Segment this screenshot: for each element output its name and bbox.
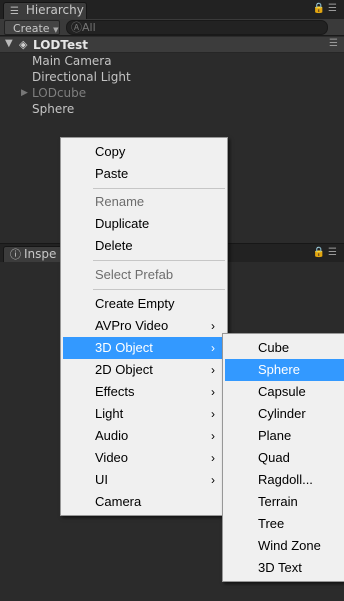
hierarchy-item-label: Directional Light — [32, 70, 131, 84]
menu-item-3d-object[interactable]: 3D Object › — [63, 337, 225, 359]
menu-item-label: Terrain — [258, 494, 298, 509]
inspector-window-controls[interactable]: 🔒☰ — [313, 247, 340, 258]
tab-hierarchy-label: Hierarchy — [25, 3, 84, 17]
menu-separator — [93, 289, 225, 290]
menu-item-label: Camera — [95, 494, 142, 509]
window-controls[interactable]: 🔒☰ — [313, 3, 340, 14]
submenu-item-wind-zone[interactable]: Wind Zone — [225, 535, 344, 557]
menu-item-label: Create Empty — [95, 296, 175, 311]
submenu-arrow-icon: › — [211, 451, 215, 465]
menu-item-paste[interactable]: Paste — [63, 163, 225, 185]
submenu-item-capsule[interactable]: Capsule — [225, 381, 344, 403]
menu-item-video[interactable]: Video › — [63, 447, 225, 469]
menu-item-label: UI — [95, 472, 108, 487]
menu-item-label: AVPro Video — [95, 318, 169, 333]
hierarchy-toolbar: Create ▼ — [0, 19, 344, 36]
menu-item-light[interactable]: Light › — [63, 403, 225, 425]
menu-item-duplicate[interactable]: Duplicate — [63, 213, 225, 235]
hierarchy-item-main-camera[interactable]: Main Camera — [32, 53, 112, 69]
submenu-item-plane[interactable]: Plane — [225, 425, 344, 447]
menu-item-label: Delete — [95, 238, 133, 253]
menu-item-label: Ragdoll... — [258, 472, 313, 487]
collapsed-arrow-icon[interactable]: ▶ — [21, 85, 28, 101]
submenu-item-terrain[interactable]: Terrain — [225, 491, 344, 513]
window-menu-icon[interactable]: ☰ — [328, 247, 340, 258]
menu-item-select-prefab: Select Prefab — [63, 264, 225, 286]
menu-item-label: Sphere — [258, 362, 300, 377]
menu-item-label: Quad — [258, 450, 290, 465]
menu-item-label: Paste — [95, 166, 129, 181]
menu-separator — [93, 260, 225, 261]
hierarchy-item-label: LODcube — [32, 86, 87, 100]
menu-item-avpro-video[interactable]: AVPro Video › — [63, 315, 225, 337]
menu-item-label: Plane — [258, 428, 292, 443]
menu-item-label: Copy — [95, 144, 126, 159]
search-input[interactable] — [71, 21, 271, 34]
menu-item-label: Video — [95, 450, 129, 465]
create-dropdown[interactable]: Create ▼ — [4, 20, 60, 35]
menu-item-label: Capsule — [258, 384, 306, 399]
menu-item-label: Rename — [95, 194, 145, 209]
context-menu: Copy Paste Rename Duplicate Delete Selec… — [60, 137, 228, 516]
submenu-item-tree[interactable]: Tree — [225, 513, 344, 535]
hierarchy-item-lodcube[interactable]: ▶ LODcube — [21, 85, 87, 101]
scene-name: LODTest — [33, 38, 88, 52]
menu-item-camera[interactable]: Camera — [63, 491, 225, 513]
menu-item-label: 3D Object — [95, 340, 153, 355]
menu-item-label: Light — [95, 406, 124, 421]
create-dropdown-label: Create — [13, 22, 50, 35]
menu-item-ui[interactable]: UI › — [63, 469, 225, 491]
hierarchy-item-directional-light[interactable]: Directional Light — [32, 69, 131, 85]
lock-icon[interactable]: 🔒 — [313, 3, 328, 14]
submenu-item-cube[interactable]: Cube — [225, 337, 344, 359]
menu-item-copy[interactable]: Copy — [63, 141, 225, 163]
menu-item-label: Tree — [258, 516, 285, 531]
tab-inspector-label: Inspe — [24, 247, 57, 261]
expand-arrow-icon[interactable]: ▼ — [5, 38, 13, 49]
submenu-arrow-icon: › — [211, 385, 215, 399]
menu-item-audio[interactable]: Audio › — [63, 425, 225, 447]
menu-item-2d-object[interactable]: 2D Object › — [63, 359, 225, 381]
window-menu-icon[interactable]: ☰ — [328, 3, 340, 14]
lock-icon[interactable]: 🔒 — [313, 247, 328, 258]
submenu-item-quad[interactable]: Quad — [225, 447, 344, 469]
menu-item-label: Cylinder — [258, 406, 306, 421]
unity-scene-icon: ◈ — [19, 38, 28, 51]
menu-item-rename: Rename — [63, 191, 225, 213]
menu-item-label: Cube — [258, 340, 290, 355]
menu-item-label: Effects — [95, 384, 135, 399]
menu-item-label: Select Prefab — [95, 267, 174, 282]
menu-item-delete[interactable]: Delete — [63, 235, 225, 257]
submenu-3d-object: Cube Sphere Capsule Cylinder Plane Quad … — [222, 333, 344, 582]
search-field[interactable] — [66, 20, 328, 35]
hierarchy-item-label: Main Camera — [32, 54, 112, 68]
info-icon: ⓘ — [10, 248, 21, 261]
submenu-arrow-icon: › — [211, 319, 215, 333]
list-icon: ☰ — [10, 6, 19, 17]
tab-hierarchy[interactable]: ☰ Hierarchy — [3, 2, 87, 19]
menu-item-label: Audio — [95, 428, 129, 443]
scene-menu-icon[interactable]: ☰ — [329, 38, 338, 49]
menu-item-create-empty[interactable]: Create Empty — [63, 293, 225, 315]
chevron-down-icon: ▼ — [53, 26, 59, 34]
hierarchy-item-label: Sphere — [32, 102, 75, 116]
hierarchy-tabbar: ☰ Hierarchy 🔒☰ — [0, 0, 344, 19]
menu-item-label: Wind Zone — [258, 538, 321, 553]
submenu-item-ragdoll[interactable]: Ragdoll... — [225, 469, 344, 491]
menu-item-label: 3D Text — [258, 560, 302, 575]
submenu-arrow-icon: › — [211, 363, 215, 377]
menu-item-effects[interactable]: Effects › — [63, 381, 225, 403]
submenu-item-sphere[interactable]: Sphere — [225, 359, 344, 381]
submenu-arrow-icon: › — [211, 429, 215, 443]
submenu-item-cylinder[interactable]: Cylinder — [225, 403, 344, 425]
scene-header[interactable]: ▼ ◈ LODTest ☰ — [0, 37, 344, 53]
menu-item-label: Duplicate — [95, 216, 150, 231]
menu-item-label: 2D Object — [95, 362, 153, 377]
submenu-arrow-icon: › — [211, 473, 215, 487]
menu-separator — [93, 188, 225, 189]
submenu-arrow-icon: › — [211, 341, 215, 355]
submenu-item-3d-text[interactable]: 3D Text — [225, 557, 344, 579]
hierarchy-item-sphere[interactable]: Sphere — [32, 101, 74, 117]
submenu-arrow-icon: › — [211, 407, 215, 421]
